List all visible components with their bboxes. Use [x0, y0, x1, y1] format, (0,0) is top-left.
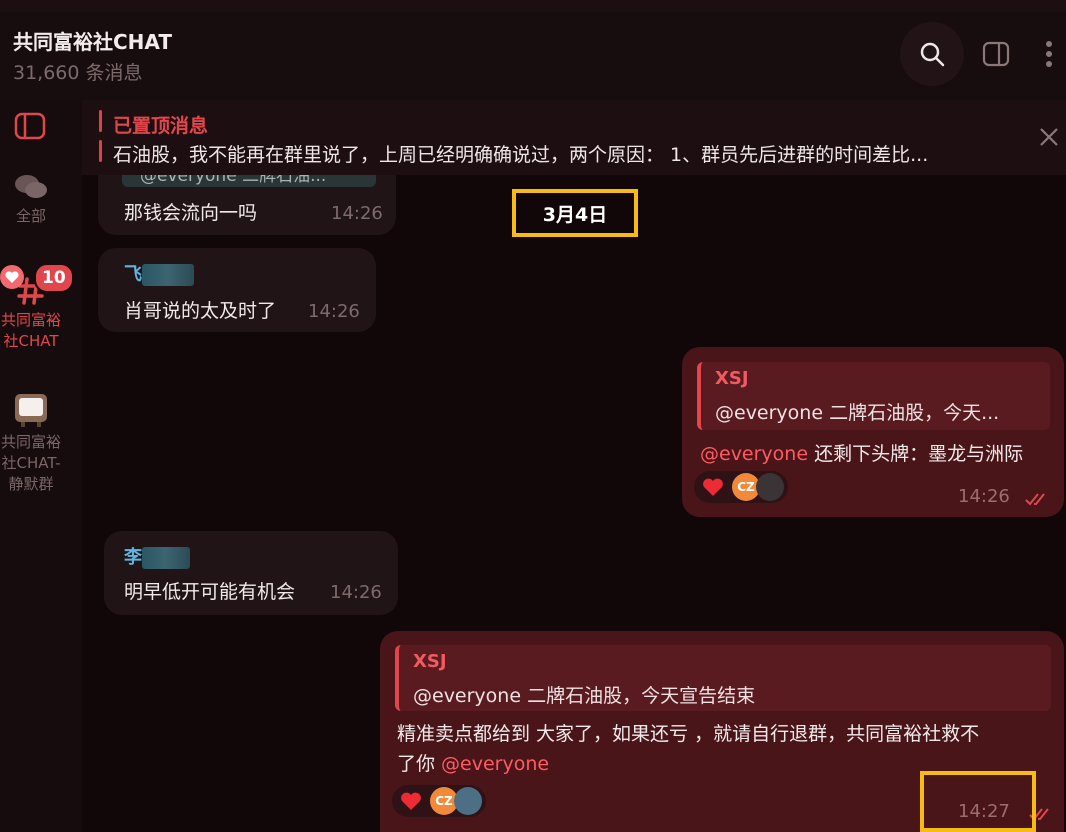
pinned-text: 石油股，我不能再在群里说了，上周已经明确确说过，两个原因： 1、群员先后进群的时…: [113, 144, 929, 166]
reply-quote[interactable]: XSJ @everyone 二牌石油股，今天...: [697, 362, 1050, 430]
message-text: @everyone 还剩下头牌：墨龙与洲际: [700, 439, 1023, 466]
more-options-button[interactable]: [1032, 36, 1066, 72]
reply-author: XSJ: [715, 368, 749, 389]
message-body: 还剩下头牌：墨龙与洲际: [808, 443, 1024, 465]
close-pinned-button[interactable]: [1034, 122, 1064, 152]
sender-name-text: 飞: [124, 264, 142, 285]
message-bubble[interactable]: XSJ @everyone 二牌石油股，今天... @everyone 还剩下头…: [682, 347, 1064, 517]
folder-all[interactable]: 全部: [0, 172, 62, 227]
reply-author: XSJ: [413, 651, 447, 672]
close-icon: [1040, 128, 1058, 146]
message-time: 14:26: [330, 582, 382, 603]
reactor-avatar-photo: [454, 787, 482, 815]
chats-icon: [15, 175, 47, 198]
folder-sidebar: 全部 共同富裕社CHAT 10 共同富裕社CHAT-静默群: [0, 100, 82, 832]
pin-indicator: [99, 140, 102, 162]
mention-link[interactable]: @everyone: [700, 443, 808, 465]
side-panel-button[interactable]: [978, 36, 1014, 72]
reply-text: @everyone 二牌石油股，今天宣告结束: [413, 685, 756, 707]
more-vertical-icon: [1046, 41, 1052, 67]
chat-title[interactable]: 共同富裕社CHAT: [13, 26, 172, 55]
message-text: 肖哥说的太及时了: [124, 300, 277, 322]
sender-name[interactable]: 飞: [124, 260, 194, 286]
highlight-annotation-box: [920, 771, 1036, 832]
quoted-preview-text: @everyone 二牌石油...: [140, 175, 327, 186]
pinned-message-bar[interactable]: 已置顶消息 石油股，我不能再在群里说了，上周已经明确确说过，两个原因： 1、群员…: [82, 100, 1066, 175]
reaction-chip[interactable]: CZ: [392, 785, 486, 817]
sidebar-toggle-button[interactable]: [14, 112, 46, 144]
side-panel-icon: [982, 41, 1010, 67]
message-body: 了你: [397, 753, 442, 775]
unread-badge: 10: [34, 263, 74, 293]
message-text-line1: 精准卖点都给到 大家了，如果还亏 ，就请自行退群，共同富裕社救不: [397, 723, 980, 745]
folder-gongtong-chat-silent[interactable]: 共同富裕社CHAT-静默群: [0, 392, 62, 495]
tv-icon: [15, 394, 47, 427]
chat-header: 共同富裕社CHAT 31,660 条消息: [0, 12, 1066, 100]
sidebar-toggle-icon: [14, 112, 46, 140]
message-count: 31,660 条消息: [13, 62, 143, 84]
message-bubble[interactable]: 飞 肖哥说的太及时了 14:26: [98, 248, 376, 332]
message-bubble[interactable]: 李 明早低开可能有机会 14:26: [104, 531, 398, 615]
search-icon: [920, 42, 945, 67]
heart-icon: [703, 478, 723, 496]
message-time: 14:26: [331, 203, 383, 224]
message-time: 14:26: [308, 301, 360, 322]
window-top-strip: [0, 0, 1066, 12]
heart-icon: [0, 265, 24, 289]
message-time: 14:26: [958, 486, 1010, 507]
redacted-name: [142, 547, 190, 569]
sender-name[interactable]: 李: [124, 543, 190, 569]
reactor-avatar-photo: [756, 473, 784, 501]
pinned-title: 已置顶消息: [113, 115, 209, 137]
folder-label: 全部: [15, 207, 46, 225]
date-separator: 3月4日: [512, 189, 638, 237]
folder-label: 共同富裕社CHAT-静默群: [0, 433, 61, 493]
pin-indicator: [99, 110, 102, 132]
heart-icon: [401, 792, 421, 810]
quoted-preview: @everyone 二牌石油...: [122, 175, 376, 187]
double-check-icon: [1025, 493, 1045, 506]
message-text: 明早低开可能有机会: [124, 581, 296, 603]
message-text-line2: 了你 @everyone: [397, 749, 549, 776]
reply-quote[interactable]: XSJ @everyone 二牌石油股，今天宣告结束: [395, 645, 1051, 711]
search-button[interactable]: [900, 22, 964, 86]
mention-link[interactable]: @everyone: [441, 753, 549, 775]
sender-name-text: 李: [124, 547, 142, 568]
message-text: 那钱会流向一吗: [124, 202, 258, 224]
reaction-chip[interactable]: CZ: [694, 471, 788, 503]
folder-label: 共同富裕社CHAT: [0, 311, 61, 350]
reply-text: @everyone 二牌石油股，今天...: [715, 402, 1000, 424]
message-list[interactable]: @everyone 二牌石油... 那钱会流向一吗 14:26 3月4日 飞 肖…: [82, 135, 1066, 832]
redacted-name: [142, 264, 194, 286]
